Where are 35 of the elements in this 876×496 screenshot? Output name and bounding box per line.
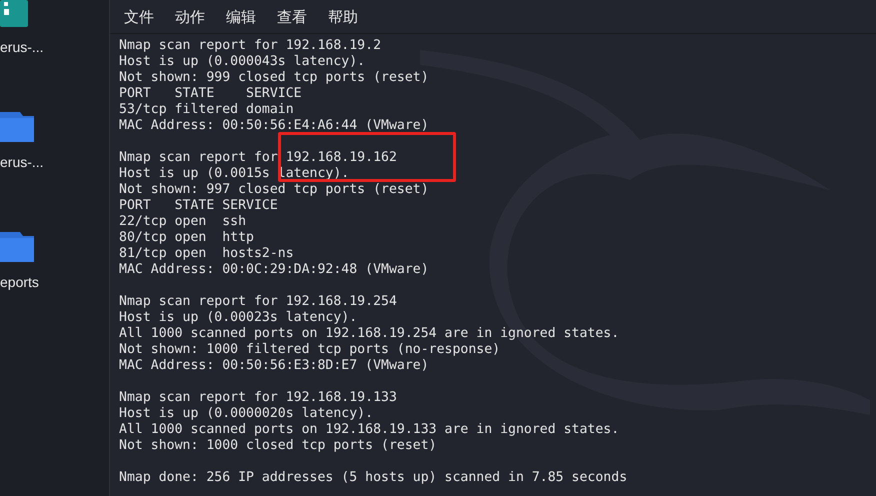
terminal-line: MAC Address: 00:50:56:E3:8D:E7 (VMware) xyxy=(119,358,429,374)
terminal-line: Not shown: 999 closed tcp ports (reset) xyxy=(119,70,429,86)
folder-icon xyxy=(0,232,34,262)
terminal-line: Not shown: 1000 closed tcp ports (reset) xyxy=(119,438,437,454)
terminal-line: 22/tcp open ssh xyxy=(119,214,246,230)
terminal-line: MAC Address: 00:0C:29:DA:92:48 (VMware) xyxy=(119,262,429,278)
folder-icon xyxy=(0,112,34,142)
terminal-line: 80/tcp open http xyxy=(119,230,254,246)
terminal-line: Host is up (0.0015s latency). xyxy=(119,166,350,182)
app-icon xyxy=(0,0,28,27)
terminal-line: Not shown: 997 closed tcp ports (reset) xyxy=(119,182,429,198)
terminal-line: Nmap done: 256 IP addresses (5 hosts up) scanned in 7.85 seconds xyxy=(119,470,628,486)
terminal-line: Host is up (0.0000020s latency). xyxy=(119,406,374,422)
terminal-line: Nmap scan report for 192.168.19.162 xyxy=(119,150,397,166)
terminal-line: PORT STATE SERVICE xyxy=(119,198,278,214)
terminal-line: Nmap scan report for 192.168.19.2 xyxy=(119,38,382,54)
menu-item[interactable]: 帮助 xyxy=(328,3,358,30)
menu-item[interactable]: 动作 xyxy=(175,3,205,30)
terminal-line: All 1000 scanned ports on 192.168.19.133 are in ignored states. xyxy=(119,422,620,438)
menu-item[interactable]: 编辑 xyxy=(226,3,256,30)
desktop-icon-label[interactable]: erus-... xyxy=(0,152,44,172)
terminal-line: PORT STATE SERVICE xyxy=(119,86,302,102)
terminal-line: Nmap scan report for 192.168.19.133 xyxy=(119,390,397,406)
menu-item[interactable]: 文件 xyxy=(124,3,154,30)
desktop-icon-label[interactable]: erus-... xyxy=(0,37,44,57)
menu-item[interactable]: 查看 xyxy=(277,3,307,30)
terminal-line: 81/tcp open hosts2-ns xyxy=(119,246,294,262)
desktop-icon-label[interactable]: eports xyxy=(0,272,39,292)
terminal-line: Host is up (0.000043s latency). xyxy=(119,54,366,70)
terminal-line: MAC Address: 00:50:56:E4:A6:44 (VMware) xyxy=(119,118,429,134)
terminal-line: Host is up (0.00023s latency). xyxy=(119,310,358,326)
terminal-line: 53/tcp filtered domain xyxy=(119,102,294,118)
terminal-line: All 1000 scanned ports on 192.168.19.254 are in ignored states. xyxy=(119,326,620,342)
terminal-line: Nmap scan report for 192.168.19.254 xyxy=(119,294,397,310)
terminal-line: Not shown: 1000 filtered tcp ports (no-response) xyxy=(119,342,500,358)
